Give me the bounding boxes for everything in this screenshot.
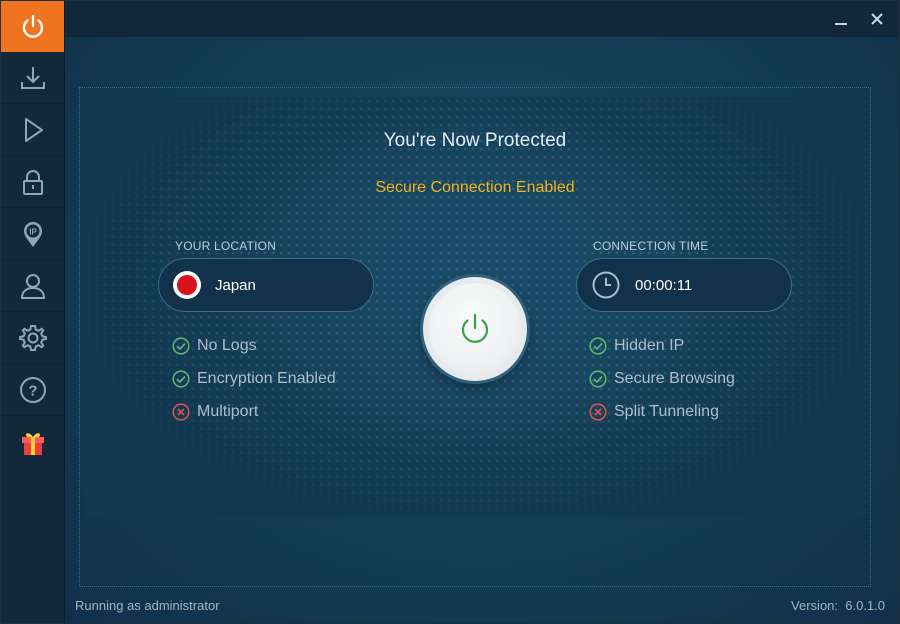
connect-toggle-button[interactable] (423, 277, 527, 381)
location-selector[interactable]: Japan (158, 258, 374, 312)
feature-label: Hidden IP (614, 337, 685, 354)
app-window: IP ? You're Now Protected Secure Connect… (0, 0, 900, 624)
check-icon (589, 370, 607, 388)
check-icon (172, 370, 190, 388)
power-icon (461, 313, 489, 343)
feature-label: Secure Browsing (614, 370, 735, 387)
connection-time-label: CONNECTION TIME (593, 239, 709, 253)
feature-label: Split Tunneling (614, 403, 719, 420)
feature-label: No Logs (197, 337, 257, 354)
clock-icon (592, 271, 620, 299)
feature-no-logs: No Logs (172, 337, 257, 355)
gear-icon (18, 325, 47, 351)
sidebar-item-account[interactable] (1, 261, 64, 312)
feature-encryption: Encryption Enabled (172, 370, 336, 388)
feature-split-tunneling: Split Tunneling (589, 403, 719, 421)
sidebar-item-settings[interactable] (1, 313, 64, 364)
connection-time-value: 00:00:11 (635, 276, 693, 294)
gift-icon (21, 432, 44, 455)
sidebar-item-power[interactable] (1, 1, 64, 52)
feature-hidden-ip: Hidden IP (589, 337, 684, 355)
cross-icon (172, 403, 190, 421)
cross-icon (589, 403, 607, 421)
check-icon (589, 337, 607, 355)
connection-status-subtitle: Secure Connection Enabled (375, 179, 575, 196)
feature-label: Encryption Enabled (197, 370, 336, 387)
ip-pin-glyph: IP (29, 228, 37, 237)
sidebar-item-gift[interactable] (1, 417, 64, 468)
japan-flag-icon (173, 271, 201, 299)
user-icon (20, 274, 45, 299)
title-bar (65, 1, 899, 37)
page-title: You're Now Protected (383, 130, 567, 151)
feature-secure-browsing: Secure Browsing (589, 370, 735, 388)
close-icon (871, 13, 883, 25)
help-icon: ? (19, 377, 46, 403)
lock-icon (22, 170, 43, 195)
sidebar-item-download[interactable] (1, 53, 64, 104)
sidebar: IP ? (1, 1, 65, 623)
power-icon (22, 14, 43, 38)
ip-pin-icon: IP (23, 222, 42, 247)
location-country: Japan (215, 276, 256, 294)
close-button[interactable] (867, 9, 887, 29)
minimize-button[interactable] (831, 9, 851, 29)
check-icon (172, 337, 190, 355)
sidebar-item-help[interactable]: ? (1, 365, 64, 416)
sidebar-item-ip[interactable]: IP (1, 209, 64, 260)
play-icon (24, 118, 43, 142)
location-label: YOUR LOCATION (175, 239, 277, 253)
main-panel: You're Now Protected Secure Connection E… (65, 37, 899, 623)
feature-multiport: Multiport (172, 403, 258, 421)
help-glyph: ? (28, 383, 37, 400)
minimize-icon (835, 23, 847, 25)
download-icon (20, 67, 45, 89)
version-text: Version: 6.0.1.0 (791, 598, 885, 613)
sidebar-item-lock[interactable] (1, 157, 64, 208)
admin-status-text: Running as administrator (75, 598, 220, 613)
connection-time-display: 00:00:11 (576, 258, 792, 312)
feature-label: Multiport (197, 403, 259, 420)
sidebar-item-play[interactable] (1, 105, 64, 156)
